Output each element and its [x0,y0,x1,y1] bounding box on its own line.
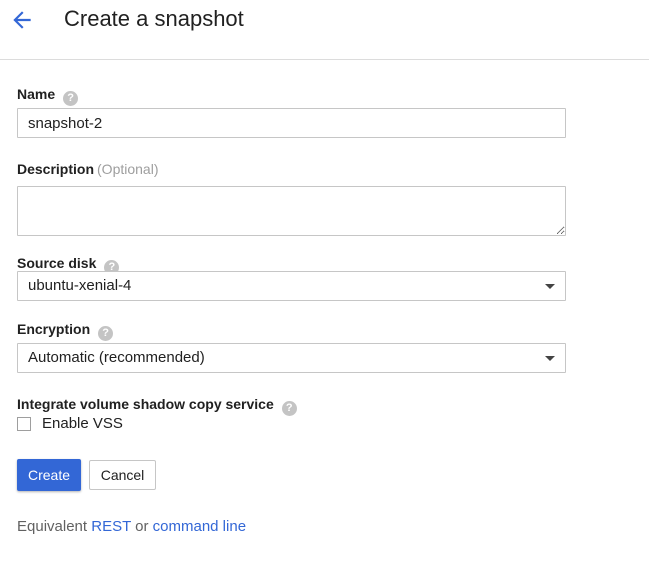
encryption-select[interactable]: Automatic (recommended) [17,343,566,373]
back-button[interactable] [9,7,35,33]
footer-prefix: Equivalent [17,518,88,535]
page-header: Create a snapshot [0,0,649,60]
source-disk-value: ubuntu-xenial-4 [28,277,132,294]
cancel-button[interactable]: Cancel [89,460,156,490]
rest-link[interactable]: REST [91,518,131,535]
dropdown-arrow-icon [545,284,555,289]
footer-conjunction: or [135,518,149,535]
enable-vss-label[interactable]: Enable VSS [42,415,123,432]
arrow-back-icon [13,11,31,29]
create-button[interactable]: Create [17,459,81,491]
vss-label: Integrate volume shadow copy service? [17,396,297,416]
name-label: Name? [17,86,79,106]
description-label: Description (Optional) [17,161,158,177]
name-input[interactable] [17,108,566,138]
optional-hint: (Optional) [97,161,159,177]
help-icon[interactable]: ? [281,401,297,416]
page-title: Create a snapshot [64,6,244,31]
encryption-label-text: Encryption [17,321,91,337]
help-icon[interactable]: ? [63,91,79,106]
name-label-text: Name [17,86,56,102]
command-line-link[interactable]: command line [153,518,246,535]
vss-label-text: Integrate volume shadow copy service [17,396,274,412]
encryption-label: Encryption? [17,321,114,341]
dropdown-arrow-icon [545,356,555,361]
description-label-text: Description [17,161,95,177]
help-icon[interactable]: ? [98,326,114,341]
source-disk-select[interactable]: ubuntu-xenial-4 [17,271,566,301]
source-disk-label-text: Source disk [17,255,97,271]
encryption-value: Automatic (recommended) [28,349,205,366]
description-textarea[interactable] [17,186,566,236]
enable-vss-checkbox[interactable] [17,417,31,431]
equivalent-footer: Equivalent REST or command line [17,518,246,535]
